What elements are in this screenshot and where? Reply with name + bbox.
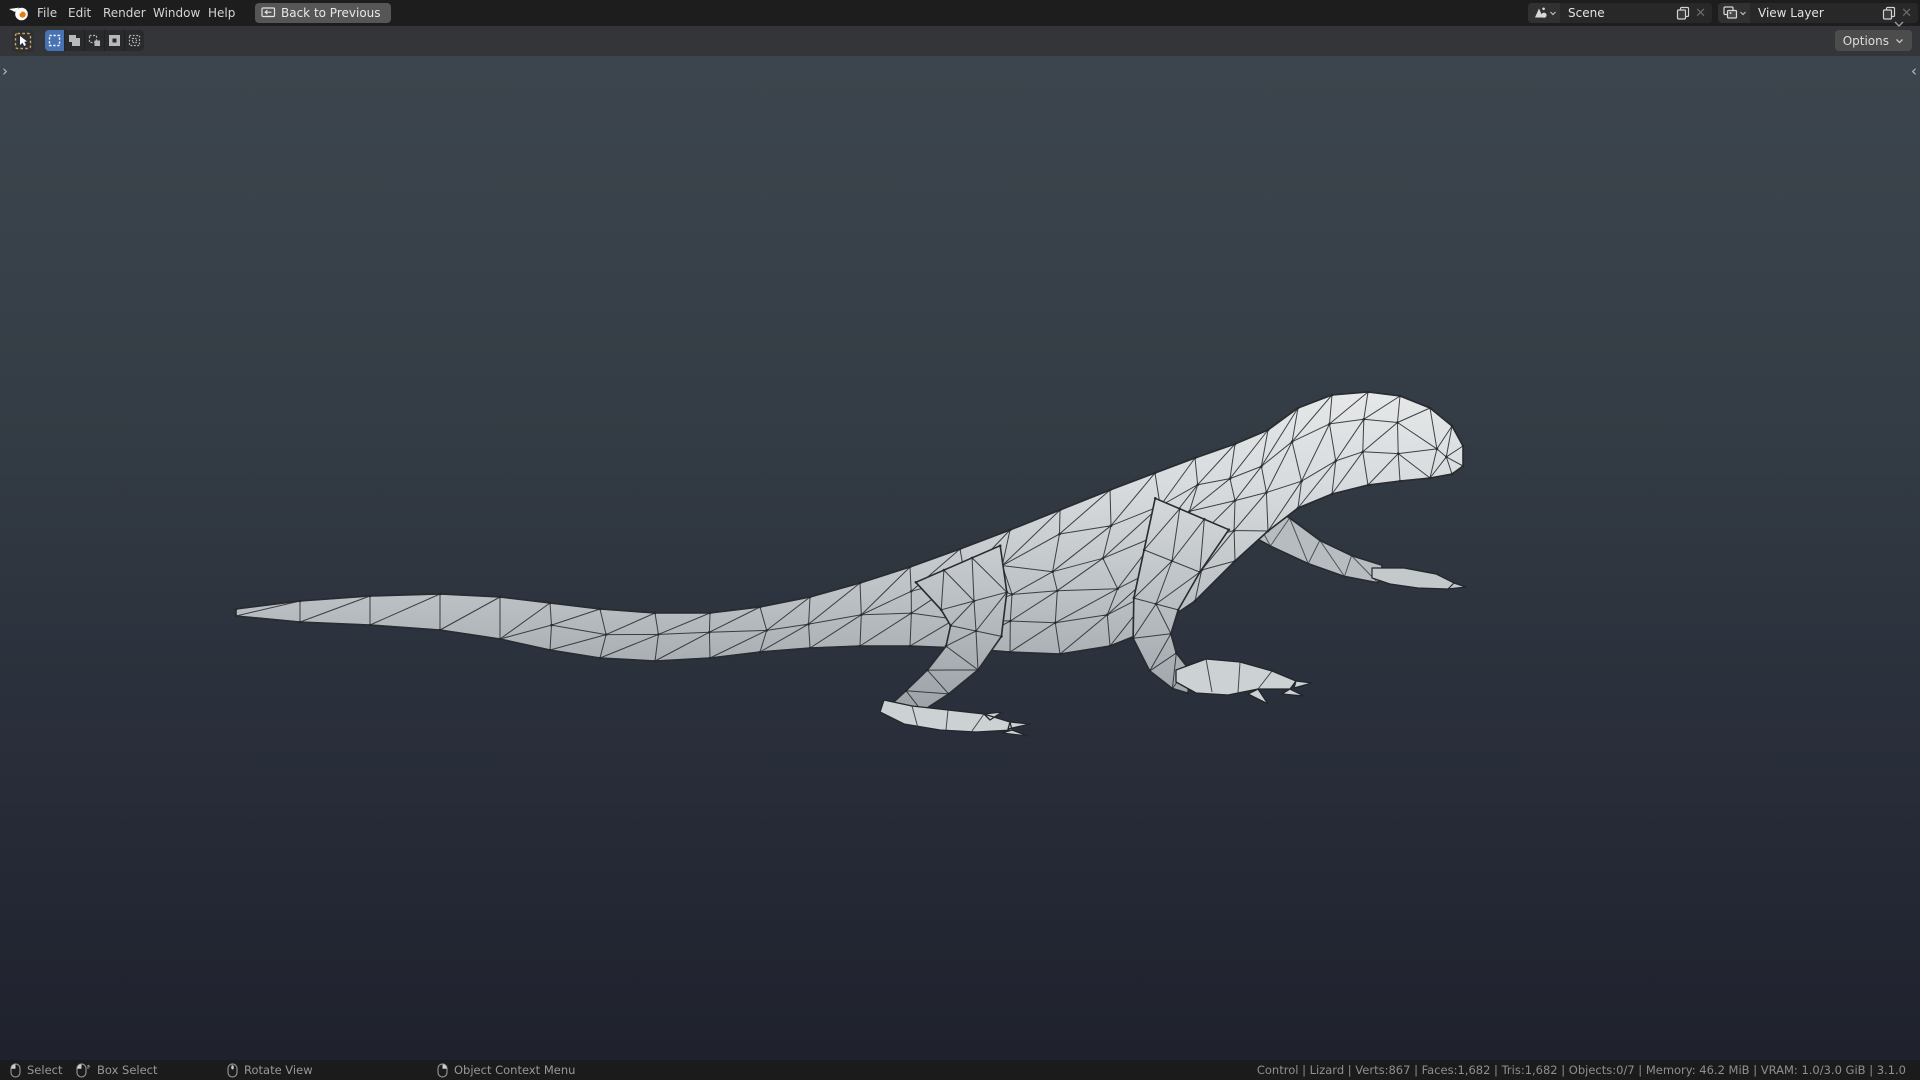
select-mode-extend-button[interactable] <box>65 30 85 51</box>
duplicate-icon <box>1676 6 1690 20</box>
hint-box-select: Box Select <box>76 1060 158 1080</box>
mouse-left-icon <box>10 1062 21 1078</box>
menu-window[interactable]: Window <box>149 0 204 26</box>
options-button[interactable]: Options <box>1834 30 1912 51</box>
select-subtract-icon <box>88 34 100 46</box>
unlink-scene-icon: ✕ <box>1695 5 1706 21</box>
select-extend-icon <box>69 35 80 46</box>
mouse-middle-icon <box>227 1062 238 1078</box>
hint-object-context-menu: Object Context Menu <box>437 1060 575 1080</box>
select-intersect-icon <box>128 34 141 47</box>
chevron-down-icon <box>1740 11 1746 16</box>
select-invert-icon <box>109 35 120 46</box>
status-bar: Select Box Select Rotate View Object Con… <box>0 1060 1920 1080</box>
scene-selector[interactable]: Scene ✕ <box>1528 3 1712 23</box>
active-tool-button[interactable] <box>12 30 34 52</box>
blender-logo-icon[interactable] <box>8 4 30 22</box>
select-box-tool-icon <box>14 32 32 50</box>
options-label: Options <box>1842 33 1889 48</box>
select-mode-group <box>45 30 144 51</box>
back-to-previous-label: Back to Previous <box>281 6 381 20</box>
header-overflow-chevron-icon[interactable] <box>1893 20 1905 28</box>
select-mode-invert-button[interactable] <box>105 30 125 51</box>
remove-view-layer-icon: ✕ <box>1901 5 1912 21</box>
blender-window: { "menubar": { "items": [ {"label": "Fil… <box>0 0 1920 1080</box>
lizard-wireframe-mesh[interactable] <box>0 56 1920 1060</box>
view-layer-name[interactable]: View Layer <box>1750 6 1879 20</box>
menu-help[interactable]: Help <box>204 0 239 26</box>
view-layer-selector[interactable]: View Layer ✕ <box>1718 3 1918 23</box>
select-set-icon <box>48 34 61 47</box>
3d-viewport[interactable]: › ‹ <box>0 56 1920 1060</box>
toolbar-expand-chevron[interactable]: › <box>2 64 8 79</box>
scene-statistics: Control | Lizard | Verts:867 | Faces:1,6… <box>1256 1063 1906 1077</box>
select-mode-set-button[interactable] <box>45 30 65 51</box>
menu-edit[interactable]: Edit <box>64 0 95 26</box>
mouse-left-drag-icon <box>76 1062 91 1078</box>
select-mode-intersect-button[interactable] <box>125 30 144 51</box>
menu-render[interactable]: Render <box>99 0 150 26</box>
top-menu-bar: File Edit Render Window Help Back to Pre… <box>0 0 1920 26</box>
back-to-previous-button[interactable]: Back to Previous <box>255 3 391 23</box>
view-layer-icon <box>1723 6 1738 19</box>
hint-select: Select <box>10 1060 62 1080</box>
new-view-layer-button[interactable] <box>1879 6 1899 20</box>
new-scene-button[interactable] <box>1673 6 1693 20</box>
select-mode-subtract-button[interactable] <box>85 30 105 51</box>
duplicate-icon <box>1882 6 1896 20</box>
sidebar-expand-chevron[interactable]: ‹ <box>1911 64 1917 79</box>
scene-icon <box>1535 7 1547 18</box>
chevron-down-icon <box>1896 38 1903 43</box>
mouse-right-icon <box>437 1062 448 1078</box>
back-screen-icon <box>261 7 276 18</box>
viewport-tool-header: Options <box>0 21 1920 56</box>
hint-rotate-view: Rotate View <box>227 1060 313 1080</box>
chevron-down-icon <box>1550 11 1556 16</box>
scene-name[interactable]: Scene <box>1560 6 1673 20</box>
menu-file[interactable]: File <box>33 0 61 26</box>
